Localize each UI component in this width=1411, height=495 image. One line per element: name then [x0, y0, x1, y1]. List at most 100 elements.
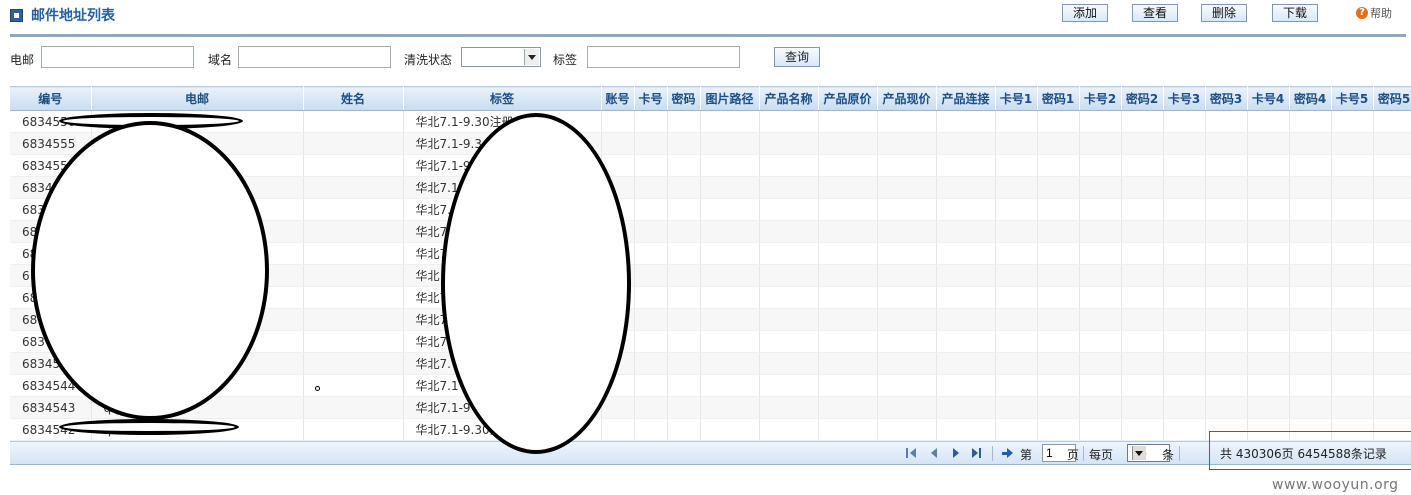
cell-empty	[700, 308, 760, 331]
first-page-icon[interactable]	[906, 448, 918, 459]
cell-empty	[634, 176, 668, 199]
cell-empty	[1373, 308, 1411, 331]
cell-empty	[818, 264, 878, 287]
prev-page-icon[interactable]	[928, 448, 940, 459]
cell-empty	[1037, 352, 1080, 375]
cell-empty	[1079, 198, 1122, 221]
cell-empty	[1247, 330, 1290, 353]
filter-bar: 电邮 域名 清洗状态 标签 查询	[0, 44, 1411, 72]
column-header[interactable]: 密码3	[1205, 86, 1248, 111]
cell-empty	[1205, 286, 1248, 309]
cell-empty	[1205, 330, 1248, 353]
cell-empty	[667, 220, 701, 243]
last-page-icon[interactable]	[971, 448, 983, 459]
cell-empty	[1121, 286, 1164, 309]
cell-empty	[936, 374, 996, 397]
column-header[interactable]: 卡号4	[1247, 86, 1290, 111]
cell-empty	[1037, 198, 1080, 221]
cell-empty	[936, 396, 996, 419]
list-icon	[10, 9, 23, 22]
cell-empty	[877, 154, 937, 177]
delete-button[interactable]: 删除	[1201, 4, 1247, 22]
help-link[interactable]: ? 帮助	[1356, 5, 1392, 23]
cell-empty	[1247, 132, 1290, 155]
column-header[interactable]: 卡号2	[1079, 86, 1122, 111]
cell-empty	[1289, 154, 1332, 177]
column-header[interactable]: 卡号3	[1163, 86, 1206, 111]
cell-empty	[877, 330, 937, 353]
cell-empty	[936, 220, 996, 243]
cell-empty	[700, 264, 760, 287]
header-divider	[10, 34, 1406, 37]
watermark: www.wooyun.org	[1272, 477, 1399, 493]
download-button[interactable]: 下载	[1272, 4, 1318, 22]
cell-empty	[1247, 374, 1290, 397]
query-button[interactable]: 查询	[774, 47, 820, 67]
column-header[interactable]: 编号	[10, 86, 92, 111]
column-header[interactable]: 姓名	[303, 86, 404, 111]
cell-name	[303, 286, 404, 309]
cell-empty	[877, 110, 937, 133]
column-header[interactable]: 电邮	[91, 86, 304, 111]
cell-empty	[1163, 220, 1206, 243]
pager-divider	[1083, 446, 1084, 461]
tag-input[interactable]	[587, 46, 740, 68]
cell-empty	[759, 242, 819, 265]
stray-mark	[315, 386, 320, 391]
cell-empty	[1373, 286, 1411, 309]
column-header[interactable]: 密码4	[1289, 86, 1332, 111]
domain-input[interactable]	[238, 46, 391, 68]
column-header[interactable]: 密码	[667, 86, 701, 111]
column-header[interactable]: 标签	[403, 86, 602, 111]
cell-empty	[936, 264, 996, 287]
cell-empty	[1289, 396, 1332, 419]
cell-empty	[634, 264, 668, 287]
cell-empty	[667, 132, 701, 155]
page-prefix: 第	[1020, 448, 1033, 462]
cell-empty	[1373, 396, 1411, 419]
view-button[interactable]: 查看	[1132, 4, 1178, 22]
cell-empty	[1247, 308, 1290, 331]
cell-empty	[818, 418, 878, 441]
cell-empty	[995, 110, 1038, 133]
column-header[interactable]: 卡号	[634, 86, 668, 111]
cell-name	[303, 198, 404, 221]
column-header[interactable]: 产品名称	[759, 86, 819, 111]
column-header[interactable]: 产品原价	[818, 86, 878, 111]
cell-empty	[818, 242, 878, 265]
cell-empty	[759, 308, 819, 331]
cell-empty	[1331, 220, 1374, 243]
cell-empty	[936, 176, 996, 199]
cell-empty	[1247, 220, 1290, 243]
cell-empty	[1373, 220, 1411, 243]
cell-empty	[667, 154, 701, 177]
table-row[interactable]: 6834543qq.com华北7.1-9	[10, 396, 1411, 419]
email-input[interactable]	[41, 46, 194, 68]
cell-empty	[818, 374, 878, 397]
cell-empty	[936, 330, 996, 353]
add-button[interactable]: 添加	[1062, 4, 1108, 22]
next-page-icon[interactable]	[950, 448, 962, 459]
cell-empty	[936, 154, 996, 177]
cell-empty	[667, 110, 701, 133]
cell-empty	[1373, 154, 1411, 177]
cell-empty	[759, 176, 819, 199]
go-arrow-icon[interactable]	[1002, 448, 1014, 459]
column-header[interactable]: 账号	[601, 86, 635, 111]
column-header[interactable]: 密码1	[1037, 86, 1080, 111]
column-header[interactable]: 产品现价	[877, 86, 937, 111]
column-header[interactable]: 产品连接	[936, 86, 996, 111]
column-header[interactable]: 卡号5	[1331, 86, 1374, 111]
column-header[interactable]: 密码5	[1373, 86, 1411, 111]
cell-empty	[634, 330, 668, 353]
cell-empty	[1079, 110, 1122, 133]
column-header[interactable]: 密码2	[1121, 86, 1164, 111]
cell-empty	[936, 110, 996, 133]
cell-empty	[818, 176, 878, 199]
wash-status-label: 清洗状态	[404, 53, 453, 67]
cell-empty	[1079, 374, 1122, 397]
column-header[interactable]: 卡号1	[995, 86, 1038, 111]
cell-empty	[1037, 220, 1080, 243]
wash-status-select[interactable]	[461, 47, 541, 67]
column-header[interactable]: 图片路径	[700, 86, 760, 111]
